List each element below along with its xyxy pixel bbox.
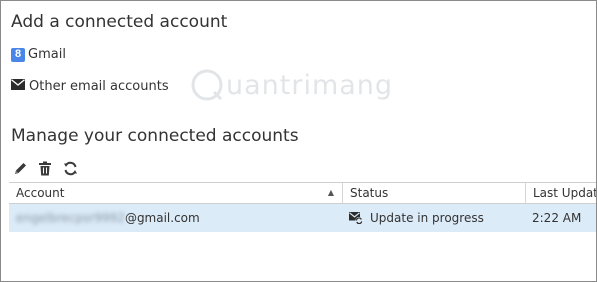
table-header: Account ▲ Status Last Update [9,182,596,204]
manage-accounts-heading: Manage your connected accounts [11,126,299,146]
status-text: Update in progress [370,211,484,225]
gmail-label: Gmail [28,47,66,62]
accounts-toolbar [12,160,78,176]
column-header-status[interactable]: Status [343,183,526,203]
account-domain: @gmail.com [124,211,200,225]
trash-icon [39,161,51,175]
gmail-icon: 8 [11,47,25,62]
account-cell: engelbrecpsr9992@gmail.com [16,204,200,232]
status-cell: Update in progress [349,204,484,232]
mail-sync-icon [349,212,363,224]
column-header-account[interactable]: Account ▲ [9,183,343,203]
envelope-icon [11,79,25,94]
edit-button[interactable] [12,160,28,176]
add-other-email-link[interactable]: Other email accounts [11,79,169,94]
add-account-heading: Add a connected account [11,12,228,32]
refresh-icon [63,161,77,175]
pencil-icon [14,162,26,174]
add-gmail-link[interactable]: 8 Gmail [11,47,66,62]
accounts-table: Account ▲ Status Last Update engelbrecps… [9,182,596,232]
column-header-account-label: Account [16,186,65,200]
last-update-cell: 2:22 AM [532,211,582,225]
delete-button[interactable] [37,160,53,176]
other-email-label: Other email accounts [29,79,169,94]
refresh-button[interactable] [62,160,78,176]
table-row[interactable]: engelbrecpsr9992@gmail.com Update in pro… [9,204,596,232]
sort-ascending-icon: ▲ [327,188,334,197]
redacted-username: engelbrecpsr9992 [16,211,125,225]
column-header-last-update[interactable]: Last Update [526,183,596,203]
